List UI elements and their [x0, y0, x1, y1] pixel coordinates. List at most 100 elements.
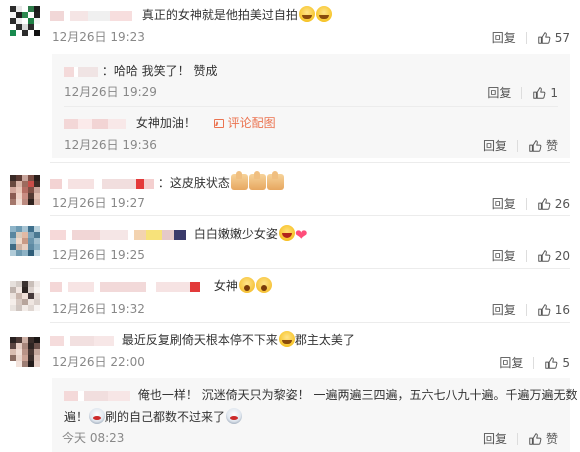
- reply-list: ：哈哈 我笑了！ 赞成 12月26日 19:29 回复 1 女神加油！ 评论配图…: [52, 54, 570, 158]
- comment-text: 最近反复刷倚天根本停不下来: [121, 333, 278, 347]
- timestamp: 12月26日 19:27: [52, 196, 145, 210]
- thumbs-up-emoji-icon: [266, 171, 284, 190]
- timestamp: 12月26日 22:00: [52, 355, 145, 369]
- like-count: 16: [554, 302, 570, 317]
- like-count: 5: [562, 355, 570, 370]
- divider: [525, 249, 527, 262]
- like-button[interactable]: 20: [537, 249, 570, 263]
- timestamp: 12月26日 19:23: [52, 30, 145, 44]
- like-count: 1: [550, 85, 558, 100]
- comment-actions: 回复 16: [492, 301, 570, 318]
- thumbs-up-icon: [537, 197, 551, 210]
- timestamp: 12月26日 19:29: [64, 85, 157, 99]
- reply-text-continued: 遍！: [64, 410, 89, 424]
- reply-item: ：哈哈 我笑了！ 赞成 12月26日 19:29 回复 1: [52, 54, 570, 104]
- like-count: 20: [554, 248, 570, 263]
- thumbs-up-icon: [529, 432, 542, 445]
- comment-text: 女神: [213, 279, 238, 293]
- reply-button[interactable]: 回复: [483, 137, 507, 154]
- like-button[interactable]: 26: [537, 197, 570, 211]
- comment-text: 白白嫩嫩少女姿: [193, 227, 278, 241]
- crying-emoji-icon: [226, 408, 243, 424]
- timestamp: 12月26日 19:25: [52, 248, 145, 262]
- reply-item: 俺也一样！ 沉迷倚天只为黎姿！ 一遍两遍三四遍，五六七八九十遍。千遍万遍无数 遍…: [52, 378, 577, 452]
- reply-text-row: ：哈哈 我笑了！ 赞成: [64, 62, 217, 80]
- username[interactable]: [64, 390, 130, 401]
- like-count: 26: [554, 196, 570, 211]
- divider: [525, 31, 527, 44]
- avatar[interactable]: [10, 337, 40, 367]
- like-label: 赞: [545, 432, 558, 446]
- comment-text: ：这皮肤状态: [157, 176, 230, 190]
- reply-text: 俺也一样！ 沉迷倚天只为黎姿！ 一遍两遍三四遍，五六七八九十遍。千遍万遍无数: [137, 388, 578, 402]
- reply-button[interactable]: 回复: [492, 29, 516, 46]
- username[interactable]: [64, 66, 98, 77]
- timestamp: 今天 08:23: [62, 431, 125, 445]
- thumbs-up-icon: [537, 303, 551, 316]
- divider: [516, 432, 518, 445]
- reply-text-row: 女神加油！ 评论配图: [64, 114, 276, 132]
- laugh-emoji-icon: [315, 6, 332, 22]
- reply-actions: 回复 赞: [483, 137, 558, 154]
- like-button[interactable]: 5: [544, 356, 570, 370]
- username[interactable]: [50, 178, 154, 189]
- image-icon: [213, 119, 224, 128]
- comment-text-continued: 郡主太美了: [294, 333, 355, 347]
- thumbs-up-icon: [537, 31, 551, 44]
- like-button[interactable]: 赞: [528, 430, 558, 447]
- reply-button[interactable]: 回复: [499, 354, 523, 371]
- username[interactable]: [50, 229, 186, 240]
- username[interactable]: [50, 335, 114, 346]
- timestamp: 12月26日 19:32: [52, 302, 145, 316]
- comment-text-row: 最近反复刷倚天根本停不下来 郡主太美了: [50, 331, 355, 349]
- comment-image-link[interactable]: 评论配图: [213, 116, 276, 130]
- divider: [525, 197, 527, 210]
- crying-emoji-icon: [89, 408, 106, 424]
- like-button[interactable]: 16: [537, 303, 570, 317]
- shocked-emoji-icon: [238, 277, 255, 293]
- grin-emoji-icon: [278, 225, 295, 241]
- comment-actions: 回复 5: [499, 354, 570, 371]
- divider: [64, 106, 558, 107]
- comment-2: ：这皮肤状态 12月26日 19:27 回复 26: [0, 163, 580, 215]
- avatar[interactable]: [10, 6, 40, 36]
- divider: [521, 86, 523, 99]
- comment-3: 白白嫩嫩少女姿 ❤ 12月26日 19:25 回复 20: [0, 216, 580, 268]
- comment-text-row: ：这皮肤状态: [50, 171, 284, 192]
- reply-button[interactable]: 回复: [492, 301, 516, 318]
- timestamp: 12月26日 19:36: [64, 138, 157, 152]
- comment-text-row: 真正的女神就是他拍美过自拍: [50, 6, 332, 24]
- reply-text-continued-2: 刷的自己都数不过来了: [105, 410, 226, 424]
- username[interactable]: [50, 281, 200, 292]
- thumbs-up-icon: [537, 249, 551, 262]
- like-button[interactable]: 赞: [528, 137, 558, 154]
- reply-button[interactable]: 回复: [492, 247, 516, 264]
- comment-actions: 回复 26: [492, 195, 570, 212]
- like-button[interactable]: 1: [532, 86, 558, 100]
- avatar[interactable]: [10, 226, 40, 256]
- reply-button[interactable]: 回复: [492, 195, 516, 212]
- divider: [525, 303, 527, 316]
- laugh-emoji-icon: [298, 6, 315, 22]
- username[interactable]: [64, 118, 126, 129]
- avatar[interactable]: [10, 175, 40, 205]
- comment-image-link-label: 评论配图: [227, 116, 276, 130]
- reply-text: ：哈哈 我笑了！ 赞成: [101, 64, 218, 78]
- reply-item: 女神加油！ 评论配图 12月26日 19:36 回复 赞: [52, 108, 570, 158]
- reply-text: 女神加油！: [135, 116, 196, 130]
- like-button[interactable]: 57: [537, 31, 570, 45]
- comment-text-row: 白白嫩嫩少女姿 ❤: [50, 225, 307, 244]
- laugh-emoji-icon: [278, 331, 295, 347]
- reply-actions: 回复 赞: [483, 430, 558, 447]
- shocked-emoji-icon: [255, 277, 272, 293]
- thumbs-up-emoji-icon: [248, 171, 266, 190]
- thumbs-up-icon: [533, 86, 546, 99]
- username[interactable]: [50, 10, 132, 21]
- like-count: 57: [554, 30, 570, 45]
- reply-text-row: 俺也一样！ 沉迷倚天只为黎姿！ 一遍两遍三四遍，五六七八九十遍。千遍万遍无数: [64, 386, 577, 404]
- reply-button[interactable]: 回复: [483, 430, 507, 447]
- comment-5: 最近反复刷倚天根本停不下来 郡主太美了 12月26日 22:00 回复 5 俺也一…: [0, 323, 580, 452]
- avatar[interactable]: [10, 281, 40, 311]
- reply-actions: 回复 1: [487, 84, 558, 101]
- reply-button[interactable]: 回复: [487, 84, 511, 101]
